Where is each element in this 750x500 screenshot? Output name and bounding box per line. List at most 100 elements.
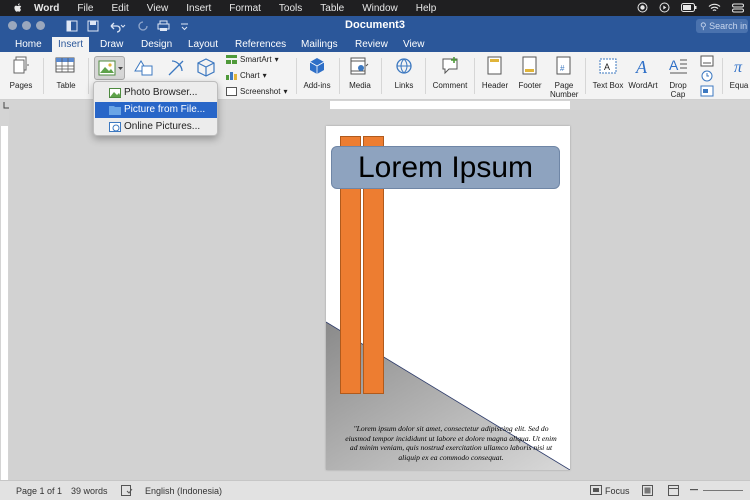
menu-edit[interactable]: Edit [112,3,129,14]
picture-dropdown-menu: Photo Browser... Picture from File... On… [93,81,218,136]
control-center-icon[interactable] [732,3,744,13]
title-text-box[interactable]: Lorem Ipsum [331,146,560,189]
links-button[interactable]: Links [386,52,422,100]
menu-help[interactable]: Help [416,3,437,14]
table-button[interactable]: Table [48,52,84,100]
date-time-icon[interactable] [700,70,714,82]
focus-icon[interactable] [590,485,602,495]
smartart-icon [226,55,237,64]
search-icon: ⚲ [700,21,707,31]
pages-button[interactable]: Pages [3,52,39,100]
screenshot-icon [226,87,237,96]
tab-references[interactable]: References [229,37,292,52]
smartart-button[interactable]: SmartArt ▾ [226,55,279,64]
pictures-button[interactable] [94,56,125,80]
footer-button[interactable]: Footer [514,52,546,100]
svg-text:A: A [635,57,648,76]
footer-label: Footer [518,81,542,90]
focus-label[interactable]: Focus [605,486,630,496]
menu-item-photo-browser[interactable]: Photo Browser... [95,85,217,101]
tab-mailings[interactable]: Mailings [295,37,344,52]
tab-review[interactable]: Review [349,37,394,52]
vertical-ruler[interactable] [0,110,9,480]
link-icon [396,58,412,74]
zoom-out-icon[interactable] [690,489,698,491]
online-pictures-icon [109,122,121,132]
object-icon[interactable] [700,85,714,97]
comment-icon [442,57,458,75]
wifi-icon[interactable] [708,3,721,13]
links-label: Links [394,81,414,90]
chart-button[interactable]: Chart ▾ [226,71,267,80]
header-label: Header [481,81,509,90]
battery-icon[interactable] [681,3,697,12]
table-label: Table [56,81,76,90]
menu-window[interactable]: Window [362,3,398,14]
text-box-button[interactable]: A Text Box [590,52,626,100]
3d-models-icon[interactable] [195,57,217,79]
menu-item-picture-from-file[interactable]: Picture from File... [95,102,217,118]
pages-label: Pages [9,81,33,90]
language-status[interactable]: English (Indonesia) [145,486,222,496]
svg-text:#: # [560,64,565,73]
tab-stop-icon[interactable] [3,101,10,109]
mac-menu-bar: Word File Edit View Insert Format Tools … [0,0,750,16]
chart-label: Chart [240,71,260,80]
header-icon [487,56,502,75]
text-box-label: Text Box [592,81,624,90]
wordart-button[interactable]: A WordArt [626,52,660,100]
add-ins-button[interactable]: Add-ins [299,52,335,100]
equation-icon: π [734,59,743,76]
page-count[interactable]: Page 1 of 1 [16,486,62,496]
footer-icon [522,56,537,75]
icons-icon[interactable] [164,57,188,79]
web-layout-icon[interactable] [668,485,679,496]
shapes-icon[interactable] [132,57,156,79]
chevron-down-icon: ▾ [274,55,279,64]
proofing-icon[interactable] [121,485,133,496]
signature-line-icon[interactable] [700,55,714,67]
quote-paragraph[interactable]: "Lorem ipsum dolor sit amet, consectetur… [342,424,560,462]
menu-insert[interactable]: Insert [186,3,211,14]
tab-design[interactable]: Design [135,37,178,52]
chart-icon [226,72,237,80]
screenshot-button[interactable]: Screenshot ▾ [226,87,287,96]
apple-icon[interactable] [12,2,24,14]
menu-table[interactable]: Table [320,3,344,14]
page-number-icon: # [556,56,571,75]
text-box-icon: A [599,58,617,74]
zoom-slider[interactable] [703,490,743,491]
print-layout-icon[interactable] [642,485,653,496]
document-title: Document3 [345,19,405,31]
document-page[interactable]: Lorem Ipsum "Lorem ipsum dolor sit amet,… [326,126,570,470]
menu-item-online-pictures[interactable]: Online Pictures... [95,119,217,135]
screenshot-label: Screenshot [240,87,281,96]
drop-cap-button[interactable]: A Drop Cap [662,52,694,100]
page-number-button[interactable]: # Page Number [548,52,580,100]
tab-view[interactable]: View [397,37,431,52]
header-button[interactable]: Header [478,52,512,100]
menu-tools[interactable]: Tools [279,3,302,14]
online-pictures-label: Online Pictures... [124,121,201,132]
menu-view[interactable]: View [147,3,169,14]
search-input[interactable]: ⚲ Search in [696,19,748,33]
svg-text:A: A [669,57,679,73]
comment-button[interactable]: Comment [430,52,470,100]
tab-layout[interactable]: Layout [182,37,224,52]
equation-label: Equa [729,81,749,90]
word-count[interactable]: 39 words [71,486,108,496]
record-icon[interactable] [637,2,648,13]
menu-file[interactable]: File [77,3,93,14]
menu-format[interactable]: Format [229,3,261,14]
tab-insert[interactable]: Insert [52,37,90,52]
play-icon[interactable] [659,2,670,13]
equation-button[interactable]: π Equa [728,52,750,100]
menu-app-word[interactable]: Word [34,3,59,14]
chevron-down-icon [118,67,123,70]
table-icon [55,57,75,73]
media-button[interactable]: Media [342,52,378,100]
page-number-label: Page Number [550,81,579,99]
tab-home[interactable]: Home [9,37,48,52]
tab-draw[interactable]: Draw [94,37,129,52]
chevron-down-icon: ▾ [262,71,267,80]
